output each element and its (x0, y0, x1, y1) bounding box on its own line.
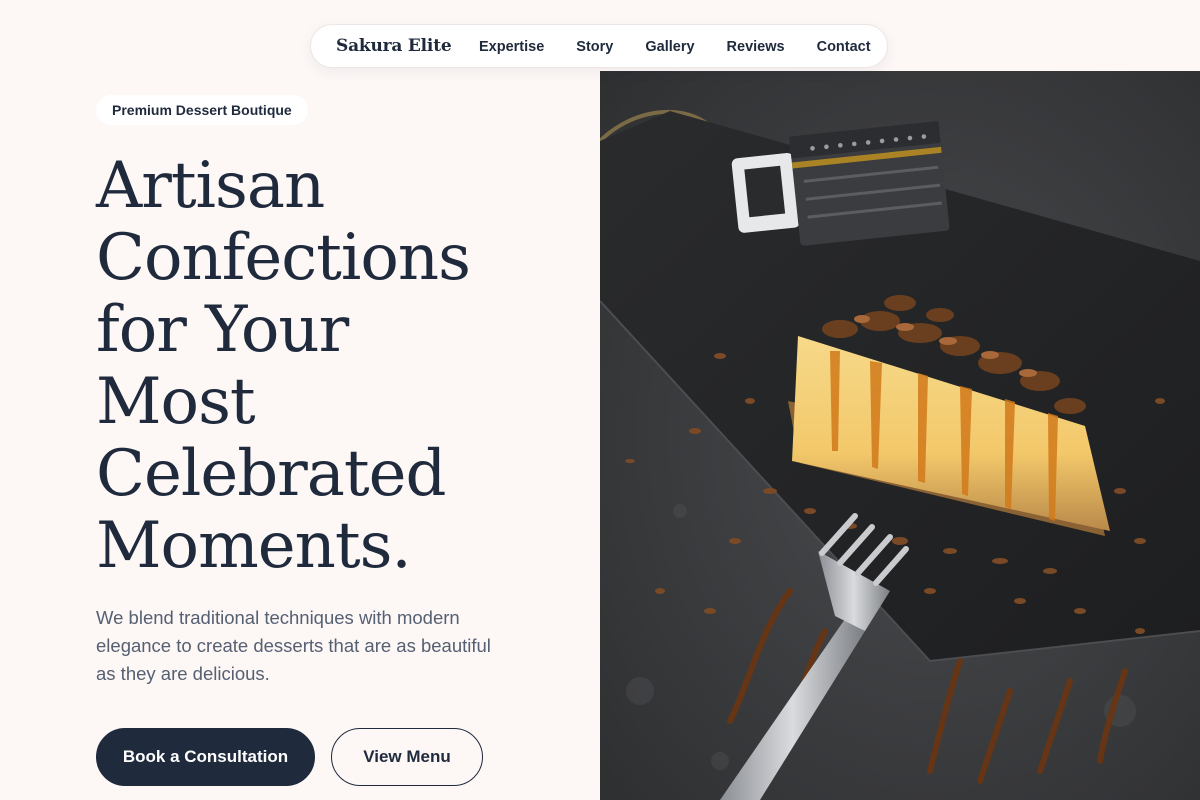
nav-link-gallery[interactable]: Gallery (645, 38, 694, 56)
brand-logo[interactable]: Sakura Elite (336, 36, 452, 56)
category-badge: Premium Dessert Boutique (96, 95, 308, 125)
headline-line: Artisan (96, 149, 325, 223)
headline-line: Celebrated (96, 437, 446, 511)
cheesecake-photo (600, 71, 1200, 800)
hero-description: We blend traditional techniques with mod… (96, 607, 491, 684)
headline-line: Moments. (96, 509, 412, 583)
nav-link-contact[interactable]: Contact (817, 38, 871, 56)
nav-link-expertise[interactable]: Expertise (479, 38, 544, 56)
nav-link-reviews[interactable]: Reviews (727, 38, 785, 56)
book-consultation-button[interactable]: Book a Consultation (96, 728, 315, 786)
headline-line: Confections (96, 221, 471, 295)
nav-link-story[interactable]: Story (576, 38, 613, 56)
headline-line: Most (96, 365, 256, 439)
nav-links: Expertise Story Gallery Reviews Contact (479, 38, 871, 56)
headline-line: for Your (96, 293, 349, 367)
main-navigation: Sakura Elite Expertise Story Gallery Rev… (310, 24, 888, 68)
view-menu-button[interactable]: View Menu (331, 728, 483, 786)
hero-headline: Artisan Confections for Your Most Celebr… (96, 150, 566, 582)
